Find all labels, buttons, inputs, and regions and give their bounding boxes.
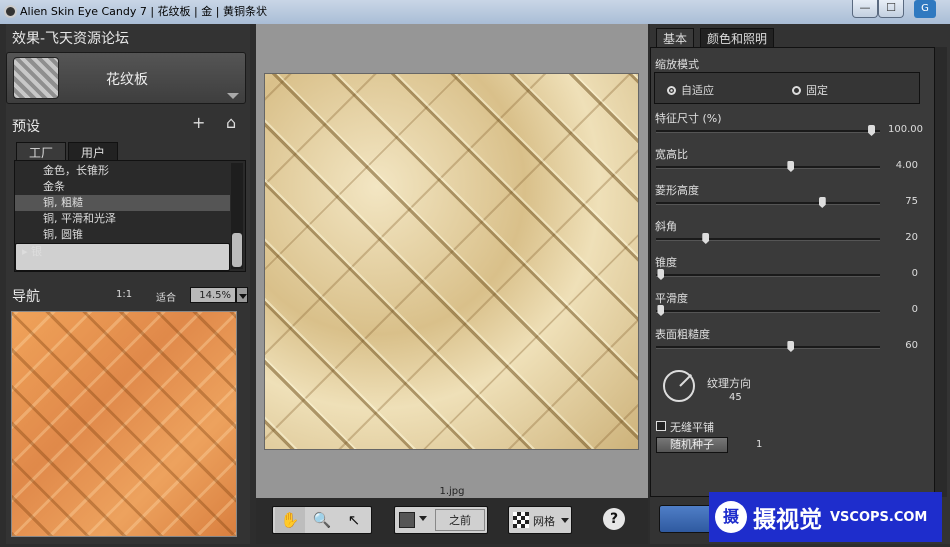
effect-heading: 效果-飞天资源论坛 (12, 31, 130, 47)
param-slider[interactable] (656, 161, 880, 172)
radio-auto-label: 自适应 (681, 84, 714, 97)
scale-mode-label: 缩放模式 (655, 58, 699, 71)
param-slider[interactable] (656, 125, 880, 136)
random-seed-button[interactable]: 随机种子 (656, 437, 728, 453)
tab-user[interactable]: 用户 (68, 142, 119, 162)
grid-group: 网格 (508, 506, 572, 534)
tool-group: ✋ 🔍 ↖ (272, 506, 372, 534)
preset-scrollbar[interactable] (231, 163, 243, 269)
param-value: 60 (905, 340, 918, 351)
g-badge-icon[interactable]: G (914, 0, 936, 18)
watermark-logo: 摄 (715, 501, 747, 533)
param-label: 特征尺寸 (%) (655, 112, 722, 125)
param-value: 4.00 (895, 160, 918, 171)
chevron-down-icon[interactable] (561, 518, 569, 523)
texture-direction-label: 纹理方向 (707, 377, 751, 390)
radio-fixed[interactable]: 固定 (792, 82, 828, 98)
checker-grid-icon[interactable] (513, 512, 529, 528)
grid-label[interactable]: 网格 (533, 513, 555, 529)
list-item[interactable]: 铜, 圆锥 (15, 227, 230, 243)
app-window: Alien Skin Eye Candy 7 | 花纹板 | 金 | 黄铜条状 … (0, 0, 950, 547)
app-icon (4, 5, 17, 18)
param-slider[interactable] (656, 233, 880, 244)
watermark: 摄 摄视觉 VSCOPS.COM (709, 492, 942, 542)
settings-scrollbar[interactable] (935, 47, 947, 497)
param-label: 表面粗糙度 (655, 328, 710, 341)
zoom-1-1-button[interactable]: 1:1 (116, 289, 132, 300)
chevron-down-icon[interactable] (419, 516, 427, 521)
navigator-heading: 导航 (12, 289, 40, 305)
tab-color-lighting[interactable]: 颜色和照明 (700, 28, 775, 48)
watermark-en: VSCOPS.COM (830, 509, 928, 525)
hand-tool-icon[interactable]: ✋ (275, 507, 305, 533)
preset-tabs: 工厂 用户 (16, 142, 119, 162)
param-value: 0 (911, 304, 918, 315)
title-bar: Alien Skin Eye Candy 7 | 花纹板 | 金 | 黄铜条状 (0, 0, 950, 24)
list-item[interactable]: 金条 (15, 179, 230, 195)
param-label: 斜角 (655, 220, 677, 233)
param-slider[interactable] (656, 305, 880, 316)
list-group-silver[interactable]: ▸ 银 (15, 243, 230, 271)
radio-empty-icon (792, 86, 801, 95)
zoom-fit-button[interactable]: 适合 (156, 289, 176, 304)
split-view-icon[interactable] (399, 512, 415, 528)
watermark-cn: 摄视觉 (753, 507, 822, 533)
tab-factory[interactable]: 工厂 (16, 142, 67, 162)
param-label: 菱形高度 (655, 184, 699, 197)
radio-fixed-label: 固定 (806, 84, 828, 97)
param-label: 锥度 (655, 256, 677, 269)
effect-name: 花纹板 (106, 72, 148, 88)
radio-auto[interactable]: 自适应 (667, 82, 714, 98)
param-label: 宽高比 (655, 148, 688, 161)
seamless-label: 无缝平铺 (670, 421, 714, 434)
param-value: 100.00 (888, 124, 923, 135)
presets-heading: 预设 (12, 119, 40, 135)
minimize-button[interactable]: — (852, 0, 878, 18)
chevron-down-icon (227, 93, 239, 99)
texture-direction-value: 45 (729, 392, 742, 403)
file-name: 1.jpg (439, 486, 465, 497)
zoom-tool-icon[interactable]: 🔍 (307, 507, 337, 533)
param-value: 75 (905, 196, 918, 207)
preset-list: 金色，长锥形 金条 铜, 粗糙 铜, 平滑和光泽 铜, 圆锥 ▸ 银 (14, 160, 246, 272)
compare-group: 之前 (394, 506, 488, 534)
param-slider[interactable] (656, 269, 880, 280)
navigator-thumbnail[interactable] (11, 311, 237, 537)
zoom-field[interactable]: 14.5% (190, 287, 236, 303)
tab-basic[interactable]: 基本 (656, 28, 695, 48)
param-slider[interactable] (656, 341, 880, 352)
maximize-button[interactable]: ☐ (878, 0, 904, 18)
param-value: 0 (911, 268, 918, 279)
scrollbar-thumb[interactable] (232, 233, 242, 267)
add-preset-icon[interactable]: + (192, 113, 205, 132)
list-item[interactable]: 铜, 平滑和光泽 (15, 211, 230, 227)
zoom-dropdown-icon[interactable] (236, 287, 248, 303)
effect-selector[interactable]: 花纹板 (6, 52, 246, 104)
select-tool-icon[interactable]: ↖ (339, 507, 369, 533)
list-item[interactable]: 金色，长锥形 (15, 163, 230, 179)
radio-selected-icon (667, 86, 676, 95)
direction-dial[interactable] (663, 370, 695, 402)
seamless-checkbox[interactable] (656, 421, 666, 431)
seed-value: 1 (756, 439, 763, 450)
before-button[interactable]: 之前 (435, 509, 485, 531)
window-title: Alien Skin Eye Candy 7 | 花纹板 | 金 | 黄铜条状 (20, 5, 267, 18)
list-item-selected[interactable]: 铜, 粗糙 (15, 195, 230, 211)
param-label: 平滑度 (655, 292, 688, 305)
help-icon[interactable]: ? (603, 508, 625, 530)
preview-image[interactable] (264, 73, 639, 450)
home-icon[interactable]: ⌂ (226, 113, 236, 132)
param-value: 20 (905, 232, 918, 243)
param-slider[interactable] (656, 197, 880, 208)
